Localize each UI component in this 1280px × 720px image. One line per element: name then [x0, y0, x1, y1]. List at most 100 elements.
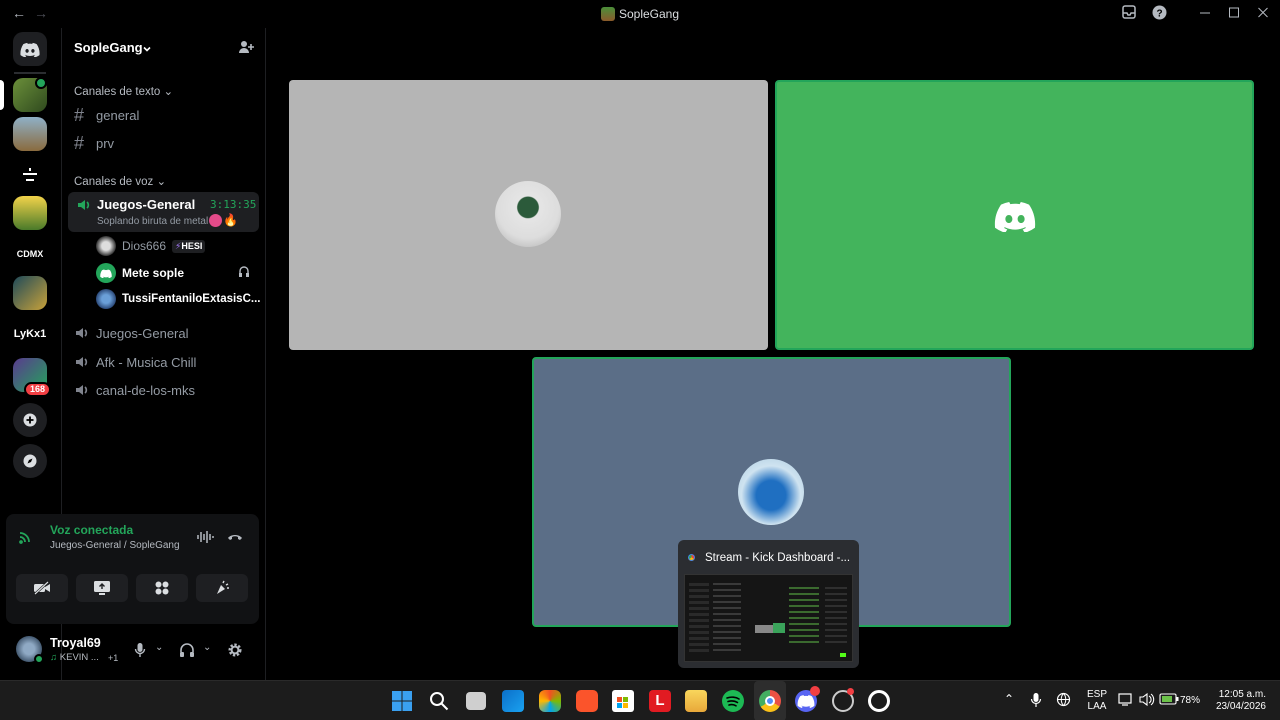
voice-user[interactable]: Mete sople: [96, 262, 256, 284]
participant-tile-speaking[interactable]: [775, 80, 1254, 350]
discord-logo-icon: [994, 200, 1036, 237]
headphones-icon[interactable]: [179, 642, 195, 663]
app-l-icon[interactable]: L: [649, 690, 671, 712]
soundboard-button[interactable]: [196, 574, 248, 602]
voice-location[interactable]: Juegos-General / SopleGang: [50, 540, 180, 551]
add-server-icon[interactable]: [13, 403, 47, 437]
server-icon: [600, 7, 615, 21]
voice-channel[interactable]: Afk - Musica Chill: [74, 350, 260, 374]
notification-dot-icon: [847, 688, 854, 695]
battery-percent: 78%: [1180, 695, 1201, 706]
network-icon[interactable]: [1118, 692, 1134, 710]
maximize-icon[interactable]: [1228, 5, 1240, 22]
server-icon-5[interactable]: CDMX: [13, 237, 47, 271]
username[interactable]: Troyal69: [50, 636, 101, 650]
search-icon[interactable]: [428, 690, 450, 712]
toggle-camera-button[interactable]: [16, 574, 68, 602]
windows-taskbar: L ⌃ ESP LAA 78% 12:05 a.m. 23/04/2026: [0, 680, 1280, 720]
activity-extra: +1: [108, 653, 119, 663]
guild-name: SopleGang: [74, 40, 143, 55]
chrome-active-highlight: [754, 681, 786, 720]
clock[interactable]: 12:05 a.m. 23/04/2026: [1214, 689, 1266, 713]
notification-dot-icon: [810, 686, 820, 696]
voice-connection-panel: Voz conectada Juegos-General / SopleGang: [6, 514, 259, 624]
voice-user[interactable]: Dios666 ⚡HESI: [96, 235, 256, 257]
file-explorer-icon[interactable]: [685, 690, 707, 712]
guild-header[interactable]: SopleGang: [62, 28, 267, 66]
emoji-icon: [209, 214, 222, 227]
gear-icon[interactable]: [227, 642, 243, 663]
chevron-down-icon: [142, 41, 152, 59]
signal-icon: [18, 528, 34, 549]
text-category[interactable]: Canales de texto ⌄: [74, 84, 173, 98]
headset-deafen-icon: [238, 265, 250, 282]
battery-icon[interactable]: [1159, 693, 1179, 708]
stream-preview-title: Stream - Kick Dashboard -...: [705, 552, 851, 564]
brave-icon[interactable]: [576, 690, 598, 712]
server-icon-league[interactable]: [13, 276, 47, 310]
notification-badge: 168: [24, 382, 52, 397]
avatar: [96, 236, 116, 256]
participant-avatar: [738, 459, 804, 525]
spotify-icon[interactable]: [722, 690, 744, 712]
speaker-icon: [74, 325, 96, 341]
volume-icon[interactable]: [1139, 692, 1155, 710]
voice-user-name: TussiFentaniloExtasisC...: [122, 293, 261, 305]
noise-suppression-icon[interactable]: [196, 530, 214, 549]
user-activity: ♫ KEVIN ...: [50, 652, 99, 663]
channel-general[interactable]: # general: [74, 103, 260, 127]
voice-channel[interactable]: canal-de-los-mks: [74, 378, 260, 402]
windows-start-icon[interactable]: [391, 690, 413, 712]
active-voice-name: Juegos-General: [97, 197, 196, 212]
server-icon-lykx[interactable]: LyKx1: [13, 317, 47, 351]
chevron-down-icon[interactable]: ⌄: [155, 642, 163, 653]
activities-button[interactable]: [136, 574, 188, 602]
server-icon-2[interactable]: [13, 117, 47, 151]
voice-category[interactable]: Canales de voz ⌄: [74, 174, 166, 188]
microphone-tray-icon[interactable]: [1030, 692, 1042, 711]
participant-tile[interactable]: [289, 80, 768, 350]
keyboard-language[interactable]: ESP LAA: [1087, 689, 1107, 713]
server-icon-3[interactable]: [13, 158, 47, 192]
close-icon[interactable]: [1257, 5, 1269, 22]
share-screen-button[interactable]: [76, 574, 128, 602]
voice-channel[interactable]: Juegos-General: [74, 321, 260, 345]
disconnect-icon[interactable]: [227, 530, 243, 549]
participant-avatar: [495, 181, 561, 247]
inbox-icon[interactable]: [1122, 5, 1136, 22]
user-panel: Troyal69 ♫ KEVIN ... +1 ⌄ ⌄: [6, 628, 259, 672]
avatar: [96, 289, 116, 309]
steam-like-icon[interactable]: [868, 690, 890, 712]
store-icon[interactable]: [612, 690, 634, 712]
server-icon-4[interactable]: [13, 196, 47, 230]
voice-user-name: Dios666: [122, 239, 167, 253]
hash-icon: #: [74, 104, 85, 125]
add-member-icon[interactable]: [238, 39, 254, 60]
fire-icon: 🔥: [223, 213, 238, 227]
discover-icon[interactable]: [13, 444, 47, 478]
speaker-icon: [74, 354, 96, 370]
copilot-icon[interactable]: [539, 690, 561, 712]
voice-user[interactable]: TussiFentaniloExtasisC...: [96, 288, 260, 310]
title-bar: ← → SopleGang ?: [0, 0, 1280, 28]
speaker-active-icon: [76, 197, 92, 218]
outlook-icon[interactable]: [502, 690, 524, 712]
stream-preview-popup[interactable]: Stream - Kick Dashboard -...: [678, 540, 859, 668]
microphone-icon[interactable]: [134, 642, 146, 663]
help-icon[interactable]: ?: [1152, 5, 1167, 23]
voice-status: Soplando biruta de metal: [97, 216, 209, 227]
svg-text:?: ?: [1156, 9, 1162, 20]
discord-home-icon[interactable]: [13, 32, 47, 66]
channel-prv[interactable]: # prv: [74, 131, 260, 155]
active-voice-channel[interactable]: Juegos-General 3:13:35 Soplando biruta d…: [68, 192, 259, 232]
task-view-icon[interactable]: [466, 692, 486, 710]
minimize-icon[interactable]: [1199, 5, 1211, 22]
speaker-icon: [74, 382, 96, 398]
voice-connected-label: Voz conectada: [50, 523, 134, 537]
show-hidden-icons-icon[interactable]: ⌃: [1004, 692, 1014, 706]
hash-icon: #: [74, 132, 85, 153]
language-globe-icon[interactable]: [1056, 692, 1071, 710]
chevron-down-icon[interactable]: ⌄: [203, 642, 211, 653]
voice-indicator-icon: [35, 77, 47, 89]
chrome-icon: [685, 551, 698, 564]
